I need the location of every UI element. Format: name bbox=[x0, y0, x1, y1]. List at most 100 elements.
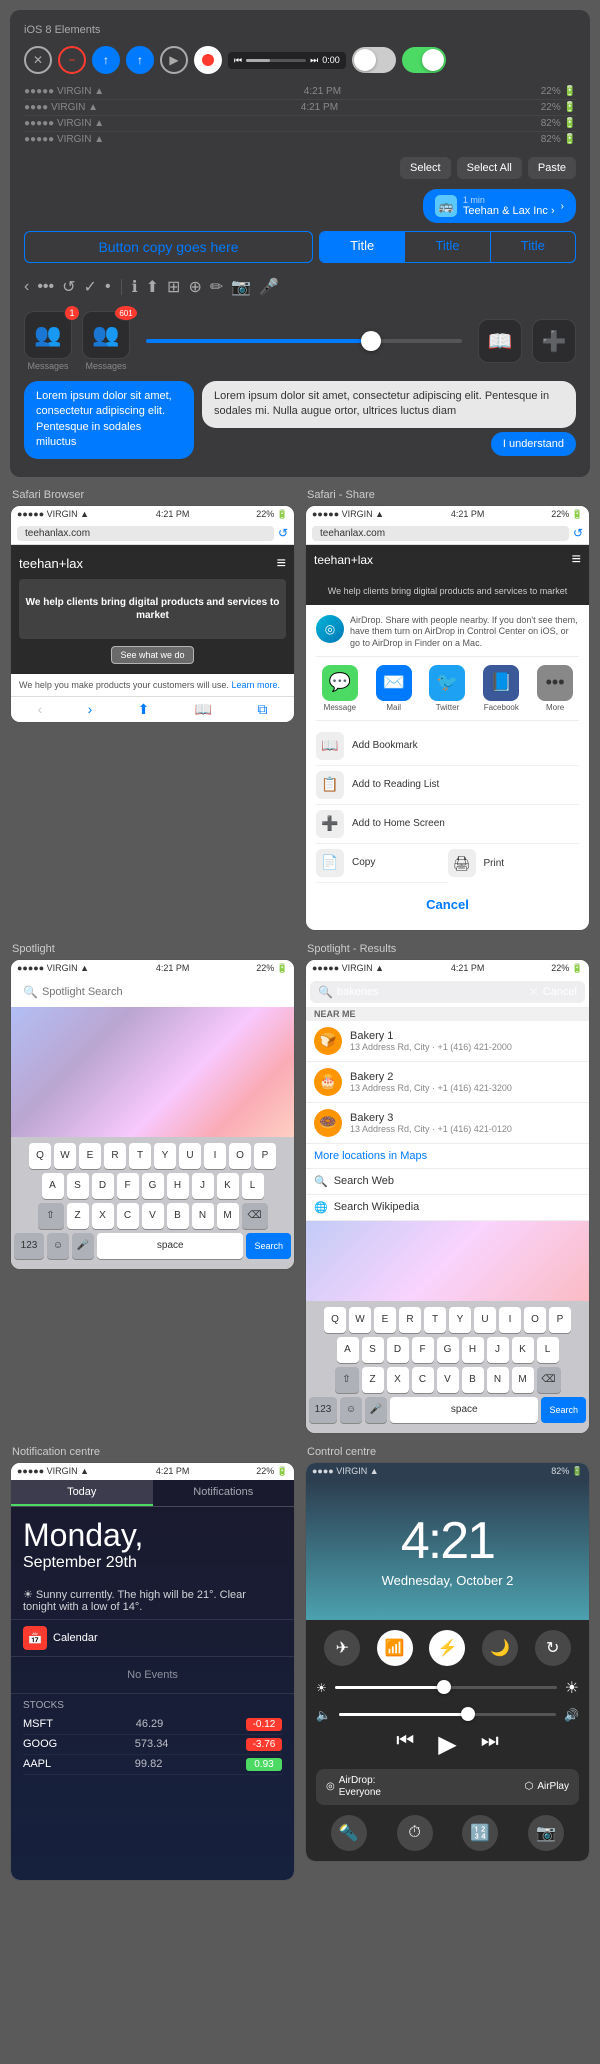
key-g[interactable]: G bbox=[142, 1173, 164, 1199]
tab-notifications[interactable]: Notifications bbox=[153, 1480, 295, 1506]
share-hamburger-icon[interactable]: ≡ bbox=[572, 551, 581, 569]
res-key-u[interactable]: U bbox=[474, 1307, 496, 1333]
key-x[interactable]: X bbox=[92, 1203, 114, 1229]
key-n[interactable]: N bbox=[192, 1203, 214, 1229]
cc-wifi-btn[interactable]: 📶 bbox=[377, 1630, 413, 1666]
cc-next-btn[interactable]: ⏭ bbox=[481, 1730, 499, 1759]
safari-share-icon[interactable]: ⬆ bbox=[138, 701, 150, 718]
res-key-g[interactable]: G bbox=[437, 1337, 459, 1363]
seg-item-1[interactable]: Title bbox=[405, 232, 490, 262]
mic-icon[interactable]: 🎤 bbox=[259, 277, 279, 297]
res-key-shift[interactable]: ⇧ bbox=[335, 1367, 359, 1393]
key-s[interactable]: S bbox=[67, 1173, 89, 1199]
share-more-app[interactable]: ••• More bbox=[537, 665, 573, 712]
share-cancel-button[interactable]: Cancel bbox=[316, 889, 579, 920]
res-key-d[interactable]: D bbox=[387, 1337, 409, 1363]
res-key-n[interactable]: N bbox=[487, 1367, 509, 1393]
res-key-j[interactable]: J bbox=[487, 1337, 509, 1363]
add-icon[interactable]: ⊕ bbox=[188, 277, 201, 297]
res-key-emoji[interactable]: ☺ bbox=[340, 1397, 362, 1423]
cc-volume-thumb[interactable] bbox=[461, 1707, 475, 1721]
slider-thumb[interactable] bbox=[361, 331, 381, 351]
res-key-backspace[interactable]: ⌫ bbox=[537, 1367, 561, 1393]
share-reload-icon[interactable]: ↺ bbox=[573, 526, 583, 540]
safari-tabs-icon[interactable]: ⧉ bbox=[257, 701, 267, 718]
key-c[interactable]: C bbox=[117, 1203, 139, 1229]
key-q[interactable]: Q bbox=[29, 1143, 51, 1169]
res-key-b[interactable]: B bbox=[462, 1367, 484, 1393]
edit-icon[interactable]: ✏ bbox=[210, 277, 223, 297]
key-t[interactable]: T bbox=[129, 1143, 151, 1169]
add-app-icon[interactable]: ➕ bbox=[532, 319, 576, 363]
share-facebook-app[interactable]: 📘 Facebook bbox=[483, 665, 519, 712]
res-key-l[interactable]: L bbox=[537, 1337, 559, 1363]
key-e[interactable]: E bbox=[79, 1143, 101, 1169]
share-twitter-app[interactable]: 🐦 Twitter bbox=[429, 665, 465, 712]
share-readinglist-action[interactable]: 📋 Add to Reading List bbox=[316, 766, 579, 805]
cc-play-btn[interactable]: ▶ bbox=[438, 1730, 456, 1759]
key-j[interactable]: J bbox=[192, 1173, 214, 1199]
key-b[interactable]: B bbox=[167, 1203, 189, 1229]
key-space[interactable]: space bbox=[97, 1233, 243, 1259]
toggle-on[interactable] bbox=[402, 47, 446, 73]
results-search-input[interactable] bbox=[337, 986, 525, 998]
safari-back-icon[interactable]: ‹ bbox=[38, 701, 43, 718]
share-mail-app[interactable]: ✉️ Mail bbox=[376, 665, 412, 712]
key-h[interactable]: H bbox=[167, 1173, 189, 1199]
select-all-button[interactable]: Select All bbox=[457, 157, 522, 179]
cc-airplay-btn[interactable]: ⬡ AirPlay bbox=[525, 1775, 569, 1799]
dots-icon[interactable]: ••• bbox=[37, 278, 54, 296]
share-icon[interactable]: ⬆ bbox=[146, 277, 159, 297]
more-maps-link[interactable]: More locations in Maps bbox=[306, 1144, 589, 1169]
share-print-action[interactable]: 🖨 Print bbox=[448, 844, 580, 883]
res-key-o[interactable]: O bbox=[524, 1307, 546, 1333]
res-key-v[interactable]: V bbox=[437, 1367, 459, 1393]
res-key-i[interactable]: I bbox=[499, 1307, 521, 1333]
paste-button[interactable]: Paste bbox=[528, 157, 576, 179]
cc-flashlight-btn[interactable]: 🔦 bbox=[331, 1815, 367, 1851]
safari-url[interactable]: teehanlax.com bbox=[17, 526, 274, 541]
res-key-y[interactable]: Y bbox=[449, 1307, 471, 1333]
cc-clock-btn[interactable]: ⏱ bbox=[397, 1815, 433, 1851]
key-r[interactable]: R bbox=[104, 1143, 126, 1169]
seg-item-2[interactable]: Title bbox=[491, 232, 575, 262]
key-y[interactable]: Y bbox=[154, 1143, 176, 1169]
res-key-p[interactable]: P bbox=[549, 1307, 571, 1333]
res-key-x[interactable]: X bbox=[387, 1367, 409, 1393]
res-key-t[interactable]: T bbox=[424, 1307, 446, 1333]
copy-button[interactable]: Button copy goes here bbox=[24, 231, 313, 263]
key-123[interactable]: 123 bbox=[14, 1233, 44, 1259]
res-key-w[interactable]: W bbox=[349, 1307, 371, 1333]
grid-icon[interactable]: ⊞ bbox=[167, 277, 180, 297]
share-copy-action[interactable]: 📄 Copy bbox=[316, 844, 448, 883]
res-key-space[interactable]: space bbox=[390, 1397, 538, 1423]
key-shift[interactable]: ⇧ bbox=[38, 1203, 64, 1229]
cc-bluetooth-btn[interactable]: ⚡ bbox=[429, 1630, 465, 1666]
share-bookmark-action[interactable]: 📖 Add Bookmark bbox=[316, 727, 579, 766]
share-homescreen-action[interactable]: ➕ Add to Home Screen bbox=[316, 805, 579, 844]
res-key-e[interactable]: E bbox=[374, 1307, 396, 1333]
cc-brightness-track[interactable] bbox=[335, 1686, 557, 1689]
key-v[interactable]: V bbox=[142, 1203, 164, 1229]
cc-airplane-btn[interactable]: ✈ bbox=[324, 1630, 360, 1666]
check-icon[interactable]: ✓ bbox=[84, 277, 97, 297]
res-key-h[interactable]: H bbox=[462, 1337, 484, 1363]
res-key-search[interactable]: Search bbox=[541, 1397, 586, 1423]
tab-today[interactable]: Today bbox=[11, 1480, 153, 1506]
safari-cta-button[interactable]: See what we do bbox=[111, 646, 193, 664]
res-key-z[interactable]: Z bbox=[362, 1367, 384, 1393]
safari-bookmarks-icon[interactable]: 📖 bbox=[195, 701, 212, 718]
learn-more-link[interactable]: Learn more. bbox=[231, 680, 280, 690]
key-emoji[interactable]: ☺ bbox=[47, 1233, 69, 1259]
key-p[interactable]: P bbox=[254, 1143, 276, 1169]
key-k[interactable]: K bbox=[217, 1173, 239, 1199]
spotlight-cancel-btn[interactable]: Cancel bbox=[248, 986, 282, 998]
hamburger-icon[interactable]: ≡ bbox=[277, 555, 286, 573]
cc-camera-btn[interactable]: 📷 bbox=[528, 1815, 564, 1851]
res-key-s[interactable]: S bbox=[362, 1337, 384, 1363]
share-url[interactable]: teehanlax.com bbox=[312, 526, 569, 541]
up2-button[interactable]: ↑ bbox=[126, 46, 154, 74]
results-clear-icon[interactable]: ✕ bbox=[529, 985, 539, 999]
cc-calculator-btn[interactable]: 🔢 bbox=[462, 1815, 498, 1851]
results-cancel-btn[interactable]: Cancel bbox=[543, 986, 577, 998]
